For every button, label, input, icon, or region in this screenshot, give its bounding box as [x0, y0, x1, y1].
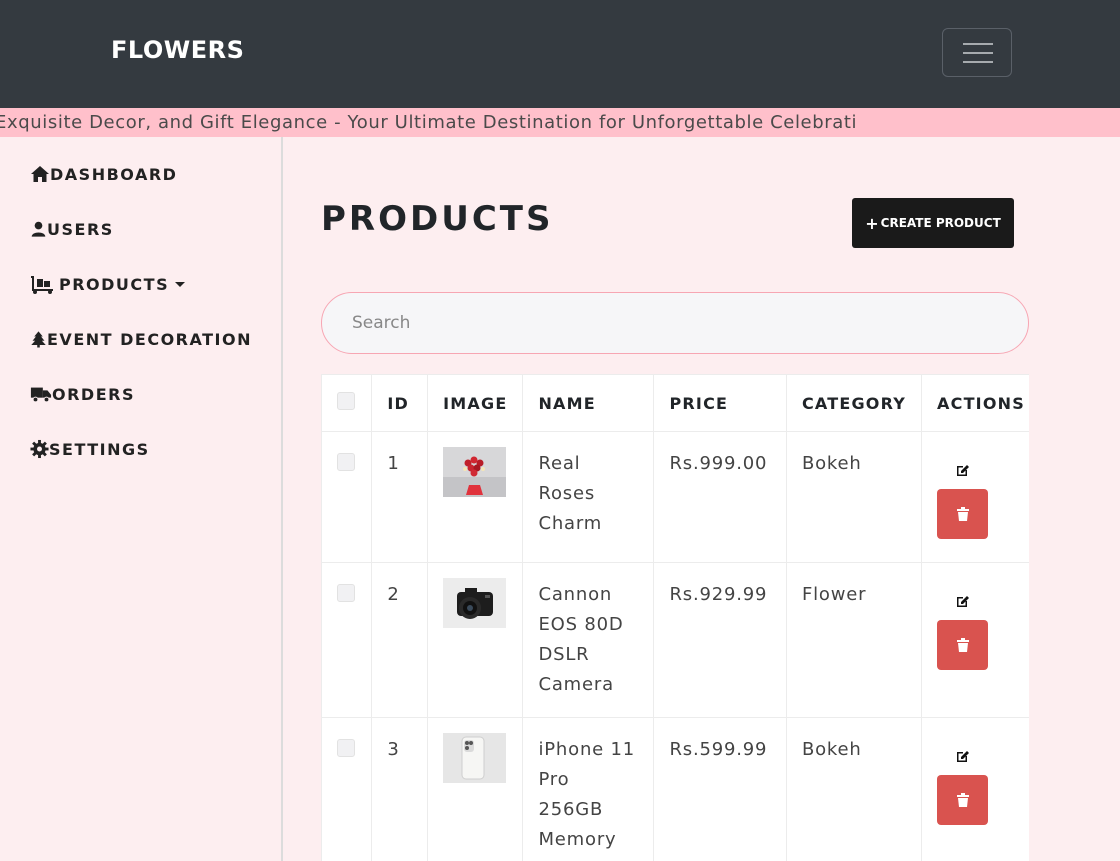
products-table-container: ID IMAGE NAME PRICE CATEGORY ACTIONS 1 R…: [321, 374, 1029, 861]
product-image-cell: [427, 717, 524, 861]
trash-icon: [956, 793, 969, 807]
product-category: Bokeh: [785, 717, 923, 861]
marquee-text: Exquisite Decor, and Gift Elegance - You…: [0, 112, 858, 133]
product-category: Flower: [785, 562, 923, 718]
product-name: iPhone 11 Pro 256GB Memory: [522, 717, 655, 861]
product-image-cell: [427, 562, 524, 718]
row-checkbox[interactable]: [337, 739, 355, 757]
column-header-id[interactable]: ID: [371, 374, 429, 432]
sidebar-item-settings[interactable]: SETTINGS: [30, 439, 150, 459]
product-id: 3: [371, 717, 429, 861]
sidebar-item-label: PRODUCTS: [59, 274, 170, 294]
brand-logo[interactable]: FLOWERS: [111, 36, 244, 64]
table-row: 2 Cannon EOS 80D DSLR Camera Rs.929.99 F…: [321, 562, 1029, 718]
chevron-down-icon: [175, 281, 186, 287]
column-header-actions: ACTIONS: [921, 374, 1029, 432]
tree-icon: [31, 331, 46, 348]
edit-icon[interactable]: [956, 749, 970, 763]
column-header-name[interactable]: NAME: [522, 374, 655, 432]
sidebar-item-orders[interactable]: ORDERS: [30, 384, 135, 404]
dolly-icon: [31, 276, 53, 294]
sidebar-item-label: USERS: [47, 219, 114, 239]
product-id: 2: [371, 562, 429, 718]
product-name: Real Roses Charm: [522, 431, 655, 563]
table-row: 1 Real Roses Charm Rs.999.00 Bokeh: [321, 431, 1029, 563]
product-name-line: Cannon: [538, 584, 613, 605]
create-product-label: CREATE PRODUCT: [880, 216, 1001, 230]
products-table: ID IMAGE NAME PRICE CATEGORY ACTIONS 1 R…: [321, 374, 1029, 861]
product-price: Rs.599.99: [653, 717, 787, 861]
gear-icon: [30, 439, 49, 459]
product-price: Rs.929.99: [653, 562, 787, 718]
product-name-line: iPhone 11: [538, 739, 636, 760]
delete-button[interactable]: [937, 620, 989, 670]
trash-icon: [956, 507, 969, 521]
create-product-button[interactable]: + CREATE PRODUCT: [852, 198, 1014, 248]
sidebar: DASHBOARD USERS PRODUCTS EVENT DECORATIO…: [0, 137, 283, 861]
search-input[interactable]: [321, 292, 1029, 354]
sidebar-item-dashboard[interactable]: DASHBOARD: [30, 164, 177, 184]
row-select-cell: [321, 562, 373, 718]
product-image-cell: [427, 431, 524, 563]
delete-button[interactable]: [937, 489, 989, 539]
product-name-line: Camera: [538, 674, 614, 695]
product-category: Bokeh: [785, 431, 923, 563]
product-name: Cannon EOS 80D DSLR Camera: [522, 562, 655, 718]
product-name-line: Real: [538, 453, 581, 474]
user-icon: [31, 221, 46, 237]
sidebar-item-label: DASHBOARD: [50, 164, 178, 184]
product-actions: [921, 431, 1029, 563]
select-all-checkbox[interactable]: [337, 392, 355, 410]
sidebar-item-label: ORDERS: [52, 384, 135, 404]
row-select-cell: [321, 431, 373, 563]
hamburger-icon-bar: [963, 43, 993, 45]
row-checkbox[interactable]: [337, 584, 355, 602]
row-checkbox[interactable]: [337, 453, 355, 471]
sidebar-item-event-decoration[interactable]: EVENT DECORATION: [30, 329, 252, 349]
delete-button[interactable]: [937, 775, 989, 825]
trash-icon: [956, 638, 969, 652]
top-navbar: FLOWERS: [0, 0, 1120, 108]
product-name-line: Memory: [538, 829, 617, 850]
page-title: PRODUCTS: [321, 199, 554, 239]
edit-icon[interactable]: [956, 594, 970, 608]
home-icon: [31, 166, 49, 182]
product-price: Rs.999.00: [653, 431, 787, 563]
column-header-category[interactable]: CATEGORY: [785, 374, 923, 432]
edit-icon[interactable]: [956, 463, 970, 477]
truck-icon: [30, 387, 52, 403]
product-name-line: Roses: [538, 483, 596, 504]
product-name-line: EOS 80D: [538, 614, 624, 635]
column-header-price[interactable]: PRICE: [653, 374, 787, 432]
product-name-line: Pro: [538, 769, 570, 790]
sidebar-item-users[interactable]: USERS: [30, 219, 114, 239]
sidebar-item-label: SETTINGS: [49, 439, 150, 459]
product-id: 1: [371, 431, 429, 563]
product-name-line: DSLR: [538, 644, 590, 665]
select-all-cell: [321, 374, 373, 432]
product-image-roses[interactable]: [443, 447, 507, 497]
product-image-camera[interactable]: [443, 578, 507, 628]
row-select-cell: [321, 717, 373, 861]
column-header-image[interactable]: IMAGE: [427, 374, 524, 432]
menu-toggle-button[interactable]: [942, 28, 1012, 77]
product-name-line: 256GB: [538, 799, 604, 820]
main-content: PRODUCTS + CREATE PRODUCT ID IMAGE NAME …: [283, 137, 1120, 861]
sidebar-item-products[interactable]: PRODUCTS: [30, 274, 186, 294]
product-actions: [921, 717, 1029, 861]
table-row: 3 iPhone 11 Pro 256GB Memory Rs.599.99 B…: [321, 717, 1029, 861]
product-name-line: Charm: [538, 513, 603, 534]
product-image-phone[interactable]: [443, 733, 507, 783]
plus-icon: +: [865, 213, 879, 233]
hamburger-icon-bar: [963, 52, 993, 54]
product-actions: [921, 562, 1029, 718]
sidebar-item-label: EVENT DECORATION: [47, 329, 252, 349]
table-header-row: ID IMAGE NAME PRICE CATEGORY ACTIONS: [321, 374, 1029, 432]
announcement-marquee: Exquisite Decor, and Gift Elegance - You…: [0, 108, 1120, 137]
hamburger-icon-bar: [963, 61, 993, 63]
